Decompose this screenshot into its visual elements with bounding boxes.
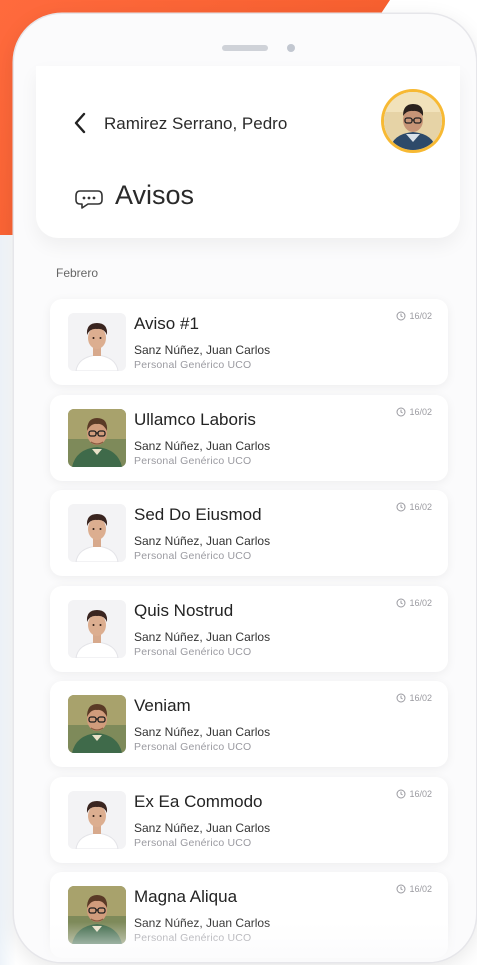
- young-man-avatar: [68, 313, 126, 371]
- notice-role: Personal Genérico UCO: [134, 454, 252, 467]
- page-title: Avisos: [115, 180, 195, 210]
- notice-card[interactable]: Quis Nostrud Sanz Núñez, Juan Carlos Perso…: [50, 585, 448, 672]
- notice-card[interactable]: Veniam Sanz Núñez, Juan Carlos Personal Ge…: [50, 681, 448, 767]
- user-avatar[interactable]: [384, 92, 442, 150]
- notice-date-text: 16/02: [409, 502, 432, 512]
- clock-icon: [396, 407, 406, 417]
- speaker-grille: [222, 45, 268, 51]
- notice-date: 16/02: [396, 311, 432, 321]
- notice-date-text: 16/02: [409, 406, 432, 417]
- notice-title: Ex Ea Commodo: [134, 791, 263, 811]
- notice-date: 16/02: [396, 884, 432, 894]
- notice-title: Sed Do Eiusmod: [134, 505, 262, 524]
- notice-title: Magna Aliqua: [134, 887, 238, 906]
- notice-date-text: 16/02: [409, 884, 432, 894]
- notice-role: Personal Genérico UCO: [134, 645, 252, 658]
- notice-date-text: 16/02: [409, 311, 432, 321]
- notice-date: 16/02: [396, 502, 432, 512]
- notice-date: 16/02: [396, 789, 432, 799]
- notice-date-text: 16/02: [409, 788, 432, 799]
- notice-card[interactable]: Magna Aliqua Sanz Núñez, Juan Carlos Perso…: [50, 872, 448, 958]
- notice-date-text: 16/02: [409, 597, 432, 608]
- clock-icon: [396, 502, 406, 512]
- chat-bubble-icon: [74, 188, 104, 210]
- notice-author: Sanz Núñez, Juan Carlos: [134, 916, 271, 930]
- man-glasses-avatar: [68, 695, 126, 753]
- notice-title: Quis Nostrud: [134, 600, 234, 620]
- clock-icon: [396, 693, 406, 703]
- notice-title: Aviso #1: [134, 314, 199, 333]
- phone-notch: [14, 42, 476, 54]
- notice-author: Sanz Núñez, Juan Carlos: [134, 438, 271, 453]
- notice-role: Personal Genérico UCO: [134, 359, 252, 371]
- notice-card[interactable]: Ex Ea Commodo Sanz Núñez, Juan Carlos Pers…: [50, 776, 448, 863]
- man-glasses-avatar: [68, 408, 126, 467]
- notice-date-text: 16/02: [409, 693, 432, 703]
- front-camera: [287, 44, 295, 52]
- notice-card[interactable]: Sed Do Eiusmod Sanz Núñez, Juan Carlos Per…: [50, 490, 448, 576]
- notice-author: Sanz Núñez, Juan Carlos: [134, 629, 271, 644]
- man-glasses-avatar: [68, 886, 126, 944]
- phone-frame: Ramirez Serrano, Pedro Avisos Febrero Av…: [14, 14, 476, 962]
- notice-role: Personal Genérico UCO: [134, 836, 252, 849]
- notice-author: Sanz Núñez, Juan Carlos: [134, 343, 271, 357]
- clock-icon: [396, 884, 406, 894]
- notice-date: 16/02: [396, 407, 432, 417]
- header-panel: Ramirez Serrano, Pedro Avisos: [36, 66, 460, 238]
- clock-icon: [396, 311, 406, 321]
- month-label: Febrero: [56, 266, 99, 280]
- notice-list: Aviso #1 Sanz Núñez, Juan Carlos Personal …: [50, 299, 448, 962]
- notice-card[interactable]: Aviso #1 Sanz Núñez, Juan Carlos Personal …: [50, 299, 448, 385]
- notice-title: Veniam: [134, 696, 191, 715]
- notice-date: 16/02: [396, 693, 432, 703]
- notice-author: Sanz Núñez, Juan Carlos: [134, 534, 271, 548]
- notice-title: Ullamco Laboris: [134, 409, 256, 429]
- young-man-avatar: [68, 504, 126, 562]
- notice-date: 16/02: [396, 598, 432, 608]
- notice-role: Personal Genérico UCO: [134, 932, 252, 944]
- young-man-avatar: [68, 599, 126, 658]
- notice-author: Sanz Núñez, Juan Carlos: [134, 820, 271, 835]
- notice-author: Sanz Núñez, Juan Carlos: [134, 725, 271, 739]
- user-name: Ramirez Serrano, Pedro: [104, 114, 288, 133]
- notice-card[interactable]: Ullamco Laboris Sanz Núñez, Juan Carlos Pe…: [50, 394, 448, 481]
- young-man-avatar: [68, 790, 126, 849]
- notice-role: Personal Genérico UCO: [134, 550, 252, 562]
- back-arrow-icon[interactable]: [70, 110, 90, 136]
- clock-icon: [396, 789, 406, 799]
- notice-role: Personal Genérico UCO: [134, 741, 252, 753]
- clock-icon: [396, 598, 406, 608]
